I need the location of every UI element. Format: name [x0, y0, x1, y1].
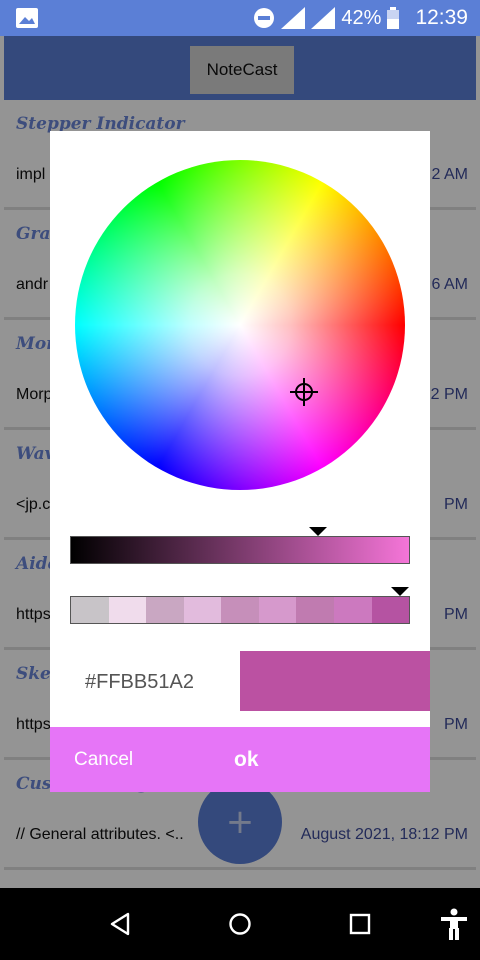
selected-color-swatch: [240, 651, 430, 711]
hex-value[interactable]: #FFBB51A2: [85, 671, 194, 694]
status-bar: 42% 12:39: [0, 0, 480, 36]
lightness-slider[interactable]: [70, 536, 410, 564]
alpha-swatch: [108, 597, 147, 623]
do-not-disturb-icon: [254, 8, 275, 28]
alpha-swatch: [71, 597, 109, 623]
battery-icon: [387, 7, 400, 29]
back-icon[interactable]: [108, 912, 132, 936]
status-right: 42% 12:39: [253, 0, 468, 36]
signal-icon: [281, 7, 306, 29]
color-picker-dialog: #FFBB51A2 Cancel ok: [50, 131, 430, 792]
cancel-button[interactable]: Cancel: [74, 727, 133, 792]
recents-icon[interactable]: [348, 912, 372, 936]
alpha-swatch: [371, 597, 409, 623]
alpha-swatch: [258, 597, 297, 623]
alpha-swatch: [183, 597, 222, 623]
alpha-swatch: [296, 597, 334, 623]
image-icon: [16, 8, 38, 28]
dialog-buttons: Cancel ok: [50, 727, 430, 792]
battery-percent: 42%: [341, 6, 382, 29]
alpha-swatch: [333, 597, 372, 623]
alpha-slider[interactable]: [70, 596, 410, 624]
alpha-swatch: [221, 597, 259, 623]
crosshair-icon[interactable]: [290, 378, 318, 406]
accessibility-icon[interactable]: [440, 908, 468, 940]
color-wheel[interactable]: [75, 160, 405, 490]
ok-button[interactable]: ok: [234, 727, 259, 792]
navigation-bar: [0, 888, 480, 960]
home-icon[interactable]: [228, 912, 252, 936]
clock: 12:39: [415, 6, 468, 29]
alpha-swatch: [146, 597, 184, 623]
lightness-slider-thumb[interactable]: [309, 527, 328, 536]
alpha-slider-thumb[interactable]: [391, 587, 409, 596]
signal-icon: [311, 7, 336, 29]
